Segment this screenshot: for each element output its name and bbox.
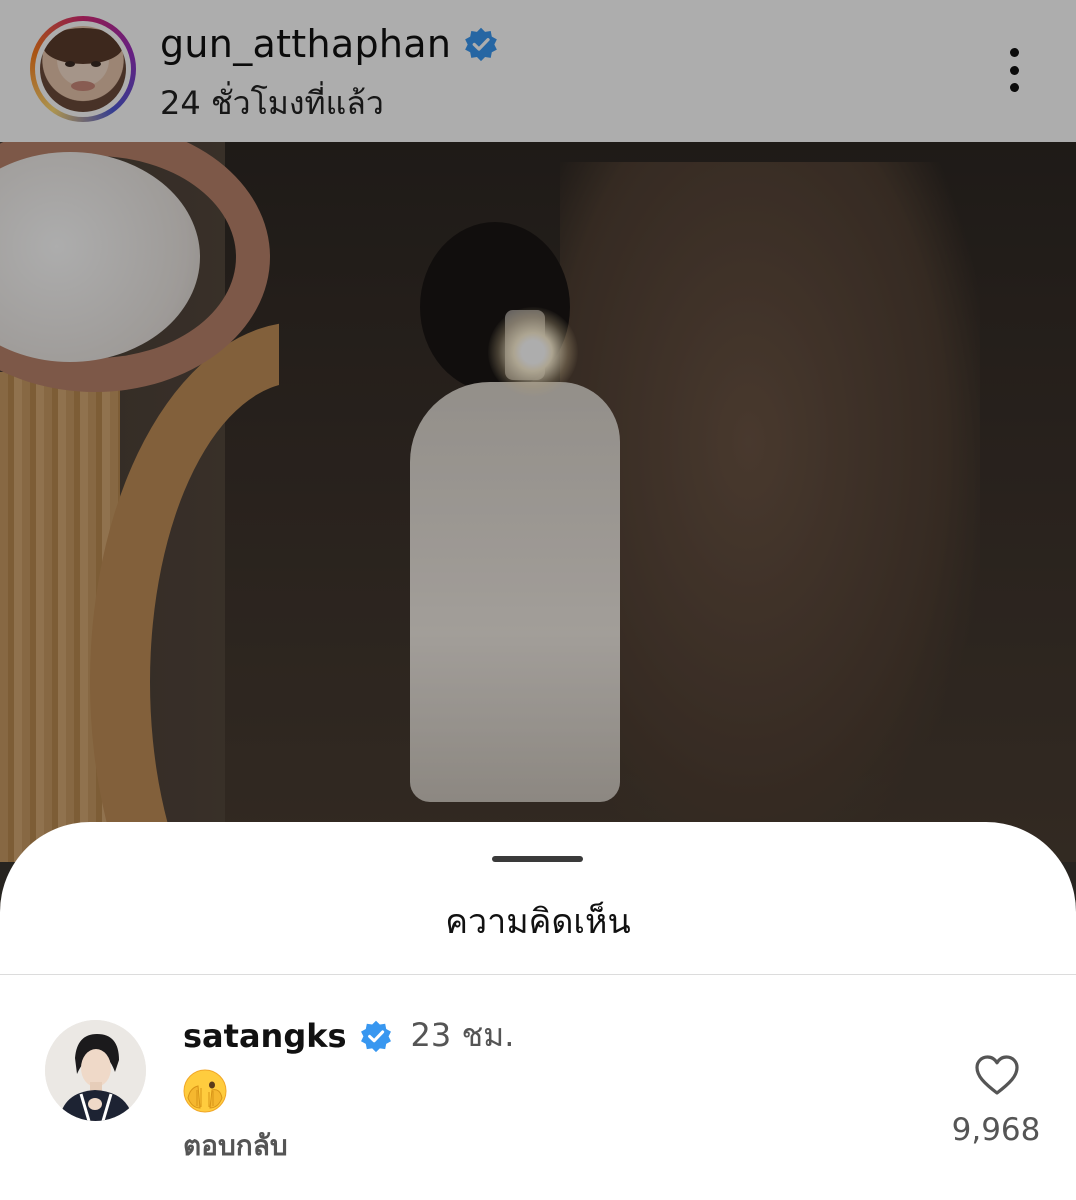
verified-badge-icon [360, 1020, 391, 1052]
divider [0, 974, 1076, 975]
face-with-peeking-eye-emoji-icon [183, 1069, 227, 1113]
sheet-drag-handle[interactable] [492, 856, 583, 862]
reply-button[interactable]: ตอบกลับ [183, 1124, 288, 1168]
commenter-avatar[interactable] [45, 1020, 146, 1121]
comments-sheet: ความคิดเห็น satangks 23 ชม. ตอบกลับ 9,96… [0, 822, 1076, 1200]
modal-dim-overlay[interactable] [0, 0, 1076, 900]
comment-time: 23 ชม. [410, 1016, 515, 1054]
instagram-post-screen: gun_atthaphan 24 ชั่วโมงที่แล้ว ความคิดเ… [0, 0, 1076, 1200]
like-count: 9,968 [951, 1112, 1041, 1148]
heart-outline-icon[interactable] [974, 1054, 1020, 1096]
comment-username[interactable]: satangks [183, 1017, 347, 1055]
sheet-title: ความคิดเห็น [445, 902, 631, 942]
comment-header: satangks 23 ชม. [183, 1010, 514, 1061]
